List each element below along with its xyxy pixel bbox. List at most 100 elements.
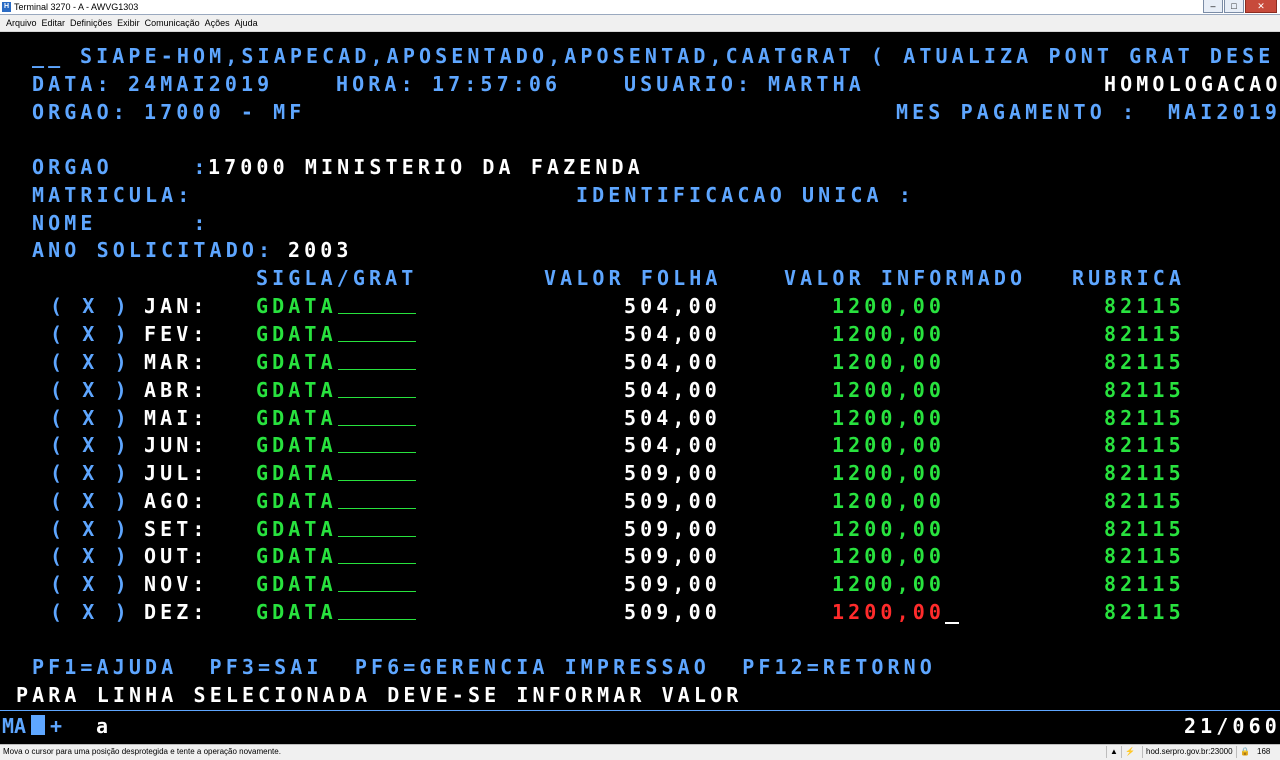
menu-comunicacao[interactable]: Comunicação [145, 15, 200, 31]
row-valor-informado-input[interactable]: 1200,00 [832, 379, 945, 401]
sigla-input-underline [338, 536, 416, 537]
menu-definicoes[interactable]: Definições [70, 15, 112, 31]
row-month: FEV: [144, 322, 209, 346]
row-month: DEZ: [144, 600, 209, 624]
screen-title: SIAPE-HOM,SIAPECAD,APOSENTADO,APOSENTAD,… [80, 44, 1275, 68]
oia-plus: + [50, 714, 67, 738]
window-title-bar: H Terminal 3270 - A - AWVG1303 – □ ✕ [0, 0, 1280, 15]
row-rubrica[interactable]: 82115 [1104, 573, 1185, 595]
status-bar: Mova o cursor para uma posição desproteg… [0, 744, 1280, 760]
row-select[interactable]: ( X ) [50, 379, 131, 401]
row-rubrica[interactable]: 82115 [1104, 490, 1185, 512]
menu-ajuda[interactable]: Ajuda [235, 15, 258, 31]
operator-info-area: MA + a 21/060 [0, 710, 1280, 743]
menu-acoes[interactable]: Ações [205, 15, 230, 31]
menu-editar[interactable]: Editar [42, 15, 66, 31]
oia-cursor-block [31, 715, 45, 735]
row-valor-folha: 504,00 [624, 350, 721, 374]
row-valor-folha: 509,00 [624, 461, 721, 485]
row-valor-informado-input[interactable]: 1200,00 [832, 434, 945, 456]
menu-arquivo[interactable]: Arquivo [6, 15, 37, 31]
row-valor-informado-input[interactable]: 1200,00 [832, 351, 945, 373]
environment-label: HOMOLOGACAO [1104, 72, 1280, 96]
row-month: JUN: [144, 433, 209, 457]
row-sigla-input[interactable]: GDATA [256, 462, 337, 484]
row-select[interactable]: ( X ) [50, 407, 131, 429]
pf-keys-help: PF1=AJUDA PF3=SAI PF6=GERENCIA IMPRESSAO… [32, 655, 936, 679]
row-sigla-input[interactable]: GDATA [256, 295, 337, 317]
row-rubrica[interactable]: 82115 [1104, 295, 1185, 317]
row-sigla-input[interactable]: GDATA [256, 573, 337, 595]
row-valor-informado-input[interactable]: 1200,00 [832, 490, 945, 512]
menu-exibir[interactable]: Exibir [117, 15, 140, 31]
row-select[interactable]: ( X ) [50, 573, 131, 595]
row-sigla-input[interactable]: GDATA [256, 323, 337, 345]
row-month: MAI: [144, 406, 209, 430]
row-valor-informado-input[interactable]: 1200,00 [832, 462, 945, 484]
terminal-screen[interactable]: __ SIAPE-HOM,SIAPECAD,APOSENTADO,APOSENT… [0, 32, 1280, 710]
row-rubrica[interactable]: 82115 [1104, 323, 1185, 345]
row-rubrica[interactable]: 82115 [1104, 545, 1185, 567]
row-select[interactable]: ( X ) [50, 545, 131, 567]
row-rubrica[interactable]: 82115 [1104, 601, 1185, 623]
orgao-value: 17000 MINISTERIO DA FAZENDA [208, 155, 644, 179]
command-field[interactable]: __ [32, 45, 64, 67]
header-orgao-label: ORGAO: [32, 100, 129, 124]
row-sigla-input[interactable]: GDATA [256, 351, 337, 373]
terminal-app-icon: H [2, 2, 11, 12]
status-message: Mova o cursor para uma posição desproteg… [3, 747, 281, 756]
row-valor-informado-input[interactable]: 1200,00 [832, 573, 945, 595]
row-select[interactable]: ( X ) [50, 295, 131, 317]
ano-solicitado-value: 2003 [288, 238, 353, 262]
date-value: 24MAI2019 [128, 72, 274, 96]
row-rubrica[interactable]: 82115 [1104, 518, 1185, 540]
row-sigla-input[interactable]: GDATA [256, 379, 337, 401]
row-rubrica[interactable]: 82115 [1104, 462, 1185, 484]
row-select[interactable]: ( X ) [50, 462, 131, 484]
row-sigla-input[interactable]: GDATA [256, 434, 337, 456]
row-month: OUT: [144, 544, 209, 568]
ano-solicitado-label: ANO SOLICITADO: [32, 238, 275, 262]
row-select[interactable]: ( X ) [50, 601, 131, 623]
row-valor-informado-input[interactable]: 1200,00 [832, 323, 945, 345]
row-sigla-input[interactable]: GDATA [256, 518, 337, 540]
time-value: 17:57:06 [432, 72, 562, 96]
row-valor-informado-input[interactable]: 1200,00 [832, 545, 945, 567]
nome-label: NOME : [32, 211, 210, 235]
row-valor-informado-input[interactable]: 1200,00 [832, 518, 945, 540]
row-valor-folha: 504,00 [624, 378, 721, 402]
row-rubrica[interactable]: 82115 [1104, 407, 1185, 429]
row-select[interactable]: ( X ) [50, 518, 131, 540]
maximize-button[interactable]: □ [1224, 0, 1244, 13]
row-month: AGO: [144, 489, 209, 513]
row-valor-informado-input[interactable]: 1200,00 [832, 295, 945, 317]
sigla-input-underline [338, 508, 416, 509]
row-select[interactable]: ( X ) [50, 323, 131, 345]
row-rubrica[interactable]: 82115 [1104, 379, 1185, 401]
row-valor-folha: 509,00 [624, 600, 721, 624]
row-valor-informado-input[interactable]: 1200,00 [832, 407, 945, 429]
row-valor-folha: 504,00 [624, 322, 721, 346]
row-valor-folha: 504,00 [624, 294, 721, 318]
minimize-button[interactable]: – [1203, 0, 1223, 13]
host-address: hod.serpro.gov.br:23000 [1142, 746, 1233, 758]
row-select[interactable]: ( X ) [50, 434, 131, 456]
header-rubrica: RUBRICA [1072, 266, 1185, 290]
user-label: USUARIO: [624, 72, 754, 96]
window-title: Terminal 3270 - A - AWVG1303 [14, 2, 139, 12]
identificacao-unica-label: IDENTIFICACAO UNICA : [576, 183, 915, 207]
row-rubrica[interactable]: 82115 [1104, 434, 1185, 456]
row-sigla-input[interactable]: GDATA [256, 545, 337, 567]
row-select[interactable]: ( X ) [50, 490, 131, 512]
row-valor-informado-input-error[interactable]: 1200,00 [832, 601, 945, 623]
header-orgao-value: 17000 - MF [144, 100, 306, 124]
row-valor-folha: 509,00 [624, 572, 721, 596]
row-sigla-input[interactable]: GDATA [256, 601, 337, 623]
row-rubrica[interactable]: 82115 [1104, 351, 1185, 373]
row-sigla-input[interactable]: GDATA [256, 407, 337, 429]
close-button[interactable]: ✕ [1245, 0, 1277, 13]
row-valor-folha: 509,00 [624, 544, 721, 568]
row-sigla-input[interactable]: GDATA [256, 490, 337, 512]
oia-input-mode: a [96, 714, 113, 738]
row-select[interactable]: ( X ) [50, 351, 131, 373]
